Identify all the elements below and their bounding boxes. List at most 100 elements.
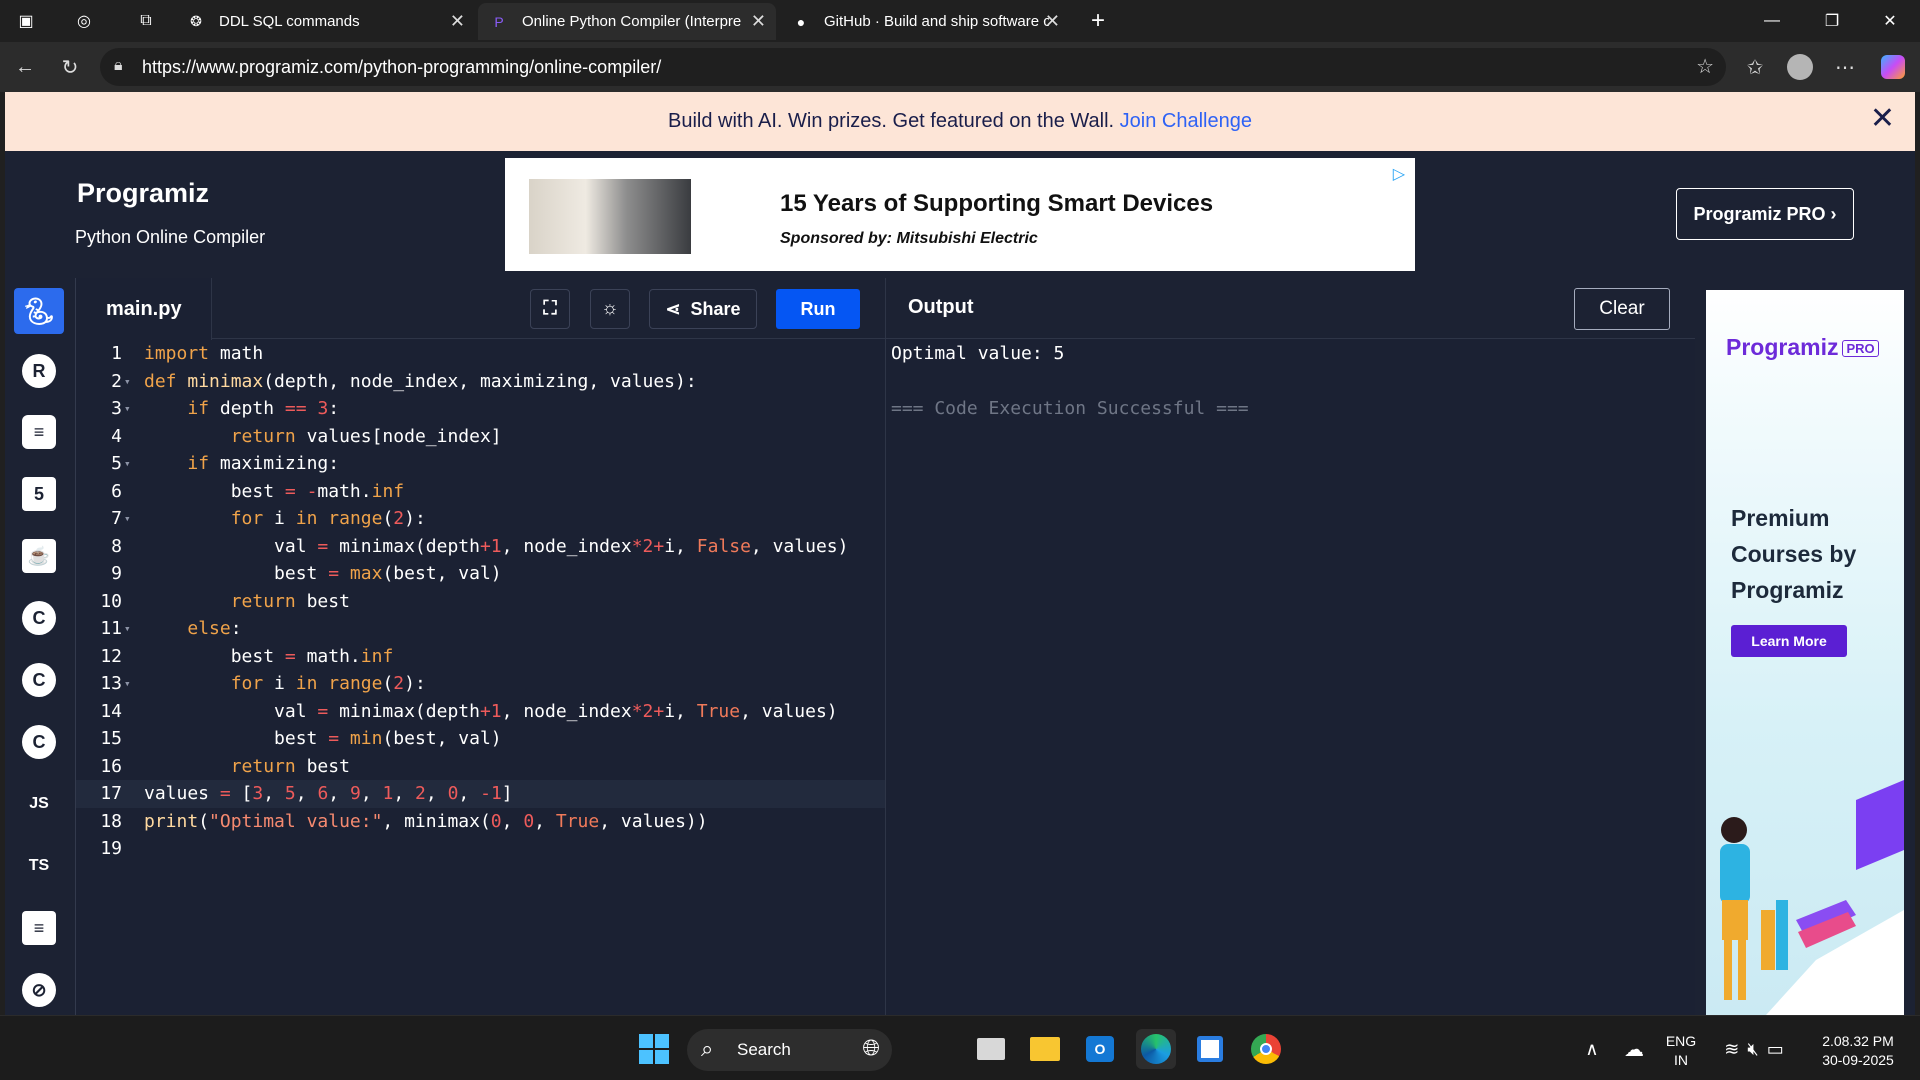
maximize-button[interactable]: ❐	[1812, 6, 1852, 36]
code-line: 3 ▾ if depth == 3:	[111, 398, 340, 419]
search-placeholder: Search	[737, 1040, 791, 1059]
tab-python-compiler[interactable]: P Online Python Compiler (Interpre ✕	[478, 3, 776, 40]
minimize-button[interactable]: —	[1752, 6, 1792, 36]
lang-cpp[interactable]: C	[14, 657, 64, 703]
lang-c[interactable]: C	[14, 595, 64, 641]
lang-javascript[interactable]: JS	[14, 781, 64, 827]
java-icon: ☕	[22, 539, 56, 573]
c-icon: C	[22, 601, 56, 635]
code-line: 2 ▾ def minimax(depth, node_index, maximiz…	[111, 370, 697, 392]
task-view-icon	[977, 1038, 1005, 1060]
start-button[interactable]	[634, 1029, 674, 1069]
file-explorer-button[interactable]	[1025, 1029, 1065, 1069]
new-tab-button[interactable]: +	[1078, 6, 1118, 36]
run-button[interactable]: Run	[776, 289, 860, 329]
store-button[interactable]	[1190, 1029, 1230, 1069]
lang-html[interactable]: 5	[14, 471, 64, 517]
favorites-icon[interactable]: ✩	[1738, 50, 1772, 84]
lang-r[interactable]: R	[14, 348, 64, 394]
refresh-icon[interactable]: ↻	[53, 50, 87, 84]
lang-typescript[interactable]: TS	[14, 843, 64, 889]
browser-tab-strip: ▣ ◎ ⧉ ❂ DDL SQL commands ✕ P Online Pyth…	[0, 0, 1920, 42]
tab-title: GitHub · Build and ship software c	[824, 13, 1049, 30]
folder-icon	[1030, 1037, 1060, 1061]
lang-sql[interactable]: ≡	[14, 409, 64, 455]
edge-button[interactable]	[1136, 1029, 1176, 1069]
learn-more-button[interactable]: Learn More	[1731, 625, 1847, 657]
wifi-icon: ≋	[1724, 1038, 1740, 1059]
lang-csharp[interactable]: C	[14, 719, 64, 765]
fullscreen-button[interactable]: ⛶	[530, 289, 570, 329]
language-indicator[interactable]: ENG IN	[1664, 1032, 1698, 1070]
theme-toggle-button[interactable]: ☼	[590, 289, 630, 329]
back-icon[interactable]: ←	[8, 50, 42, 84]
close-tab-icon[interactable]: ✕	[751, 11, 766, 32]
join-challenge-link[interactable]: Join Challenge	[1120, 110, 1252, 132]
database-icon: ≡	[22, 415, 56, 449]
onedrive-icon[interactable]: ☁	[1614, 1029, 1654, 1069]
search-icon: ⌕	[701, 1036, 714, 1061]
tab-ddl-sql[interactable]: ❂ DDL SQL commands ✕	[175, 3, 475, 40]
adchoices-icon[interactable]: ▷	[1393, 164, 1405, 184]
store-icon	[1197, 1036, 1223, 1062]
lang-go[interactable]: ≡	[14, 905, 64, 951]
close-banner-icon[interactable]: ✕	[1870, 104, 1895, 134]
share-button[interactable]: ⋖ Share	[649, 289, 757, 329]
ad-image	[529, 179, 691, 254]
output-result: Optimal value: 5	[891, 343, 1065, 364]
tab-github[interactable]: ● GitHub · Build and ship software c ✕	[780, 3, 1070, 40]
programiz-pro-button[interactable]: Programiz PRO ›	[1676, 188, 1854, 240]
muted-speaker-icon: 🔇︎	[1747, 1038, 1759, 1059]
header-ad[interactable]: 15 Years of Supporting Smart Devices Spo…	[505, 158, 1415, 271]
code-line: 10 return best	[100, 590, 350, 612]
promo-banner: Build with AI. Win prizes. Get featured …	[5, 92, 1915, 151]
profile-avatar[interactable]	[1783, 50, 1817, 84]
chevron-up-icon: ∧	[1585, 1038, 1599, 1059]
clock[interactable]: 2.08.32 PM 30-09-2025	[1808, 1032, 1908, 1070]
task-view-button[interactable]	[971, 1029, 1011, 1069]
csharp-icon: C	[22, 725, 56, 759]
show-hidden-icons[interactable]: ∧	[1572, 1029, 1612, 1069]
code-area[interactable]: 1 import math 2 ▾ def minimax(depth, node_i…	[76, 340, 886, 863]
close-window-button[interactable]: ✕	[1870, 6, 1910, 36]
ad-title: 15 Years of Supporting Smart Devices	[780, 190, 1214, 217]
code-line: 7 ▾ for i in range(2):	[111, 508, 426, 529]
more-menu-icon[interactable]: ⋯	[1828, 50, 1862, 84]
programiz-logo[interactable]: Programiz	[77, 178, 209, 209]
code-line: 9 best = max(best, val)	[111, 563, 502, 584]
url-field[interactable]: 🔒︎ https://www.programiz.com/python-prog…	[100, 48, 1726, 86]
file-tab[interactable]: main.py	[76, 278, 212, 340]
openai-icon: ❂	[190, 13, 202, 29]
code-line: 6 best = -math.inf	[111, 480, 405, 502]
output-toolbar: Output Clear	[886, 278, 1696, 339]
clock-date: 30-09-2025	[1822, 1052, 1894, 1068]
fullscreen-icon: ⛶	[543, 298, 557, 319]
lang-python[interactable]: 🐍︎	[14, 288, 64, 334]
windows-icon	[639, 1034, 669, 1064]
clear-button[interactable]: Clear	[1574, 288, 1670, 330]
lang-php[interactable]: ⊘	[14, 967, 64, 1013]
go-icon: ≡	[22, 911, 56, 945]
code-line: 13 ▾ for i in range(2):	[100, 673, 426, 694]
code-line: 14 val = minimax(depth+1, node_index*2+i…	[100, 700, 838, 722]
tab-actions-icon[interactable]: ⧉	[126, 6, 166, 36]
close-tab-icon[interactable]: ✕	[450, 11, 465, 32]
output-console[interactable]: Optimal value: 5 === Code Execution Succe…	[891, 340, 1249, 423]
code-line: 4 return values[node_index]	[111, 425, 502, 447]
sidebar-toggle-icon[interactable]: ▣	[6, 6, 46, 36]
lang-java[interactable]: ☕	[14, 533, 64, 579]
code-line: 19	[100, 838, 122, 859]
windows-taskbar: ⌕ Search 🌐︎ O ∧ ☁ ENG IN ≋ 🔇︎ ▭ 2.08.32 …	[0, 1015, 1920, 1080]
lock-icon: 🔒︎	[114, 57, 123, 74]
copilot-icon[interactable]	[1876, 50, 1910, 84]
js-icon: JS	[29, 795, 49, 812]
favorite-star-icon[interactable]: ☆	[1696, 54, 1714, 79]
chrome-button[interactable]	[1246, 1029, 1286, 1069]
quick-settings[interactable]: ≋ 🔇︎ ▭	[1706, 1029, 1802, 1069]
workspaces-icon[interactable]: ◎	[64, 6, 104, 36]
programiz-favicon-icon: P	[494, 13, 504, 30]
close-tab-icon[interactable]: ✕	[1045, 11, 1060, 32]
taskbar-search[interactable]: ⌕ Search 🌐︎	[687, 1029, 892, 1071]
outlook-button[interactable]: O	[1080, 1029, 1120, 1069]
pro-promo-ad[interactable]: Programiz PRO Premium Courses by Programi…	[1706, 290, 1904, 1015]
